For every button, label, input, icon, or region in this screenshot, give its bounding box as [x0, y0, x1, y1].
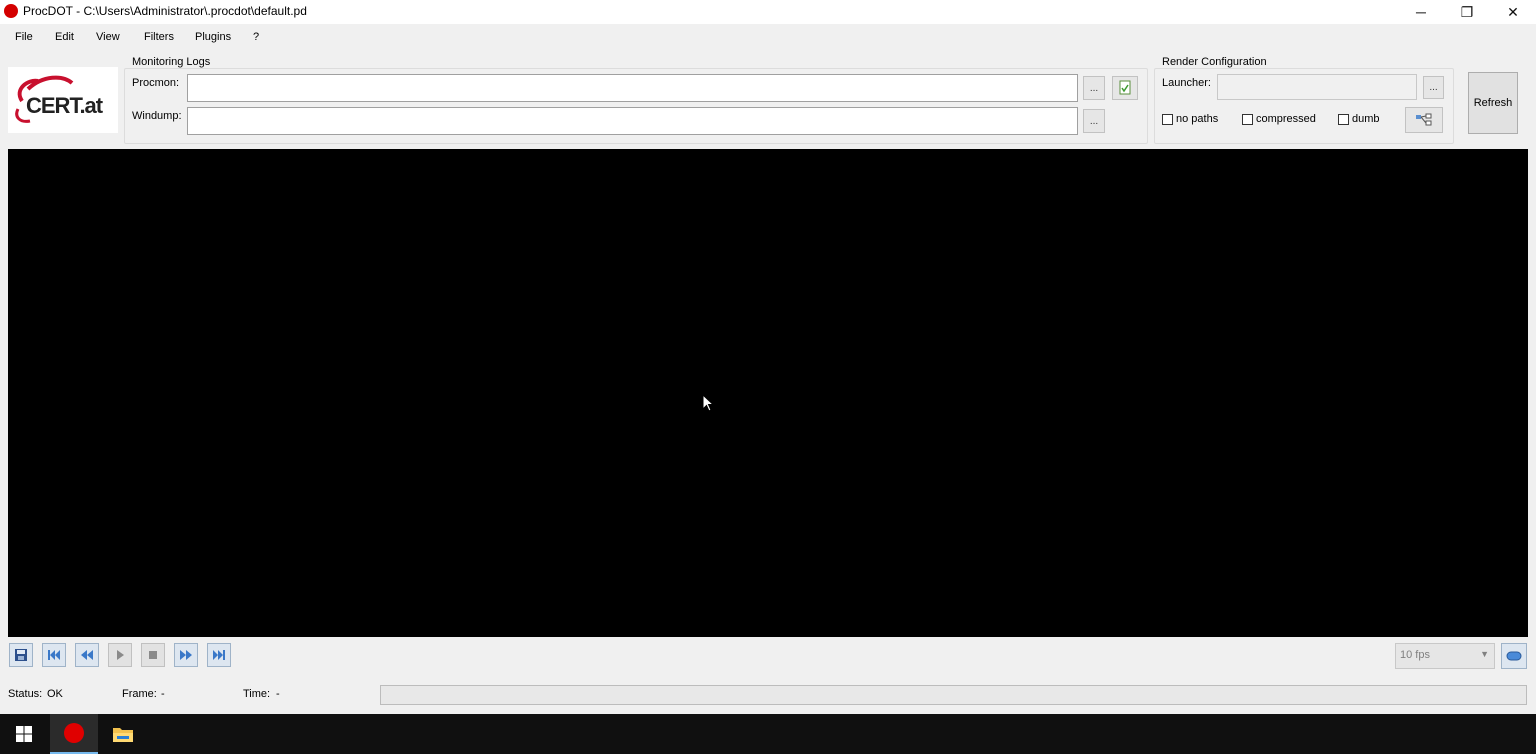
- checkbox-box[interactable]: [1338, 113, 1349, 125]
- close-button[interactable]: ✕: [1490, 0, 1536, 24]
- procmon-input[interactable]: [187, 74, 1078, 102]
- no-paths-checkbox[interactable]: no paths: [1162, 113, 1218, 125]
- chevron-down-icon: ▼: [1480, 649, 1489, 659]
- play-button[interactable]: [108, 643, 132, 667]
- menu-bar: File Edit View Filters Plugins ?: [0, 26, 1536, 48]
- skip-to-end-button[interactable]: [207, 643, 231, 667]
- refresh-button[interactable]: Refresh: [1468, 72, 1518, 134]
- time-label: Time:: [243, 688, 271, 700]
- procdot-red-dot-icon: [4, 4, 18, 18]
- fast-forward-icon: [180, 650, 192, 660]
- taskbar-procdot[interactable]: [50, 714, 98, 754]
- launcher-label: Launcher:: [1162, 77, 1211, 89]
- render-config-title: Render Configuration: [1161, 56, 1268, 68]
- fps-value: 10 fps: [1400, 649, 1430, 661]
- dumb-checkbox[interactable]: dumb: [1338, 113, 1380, 125]
- launcher-browse-button[interactable]: ...: [1423, 76, 1444, 99]
- start-button[interactable]: [0, 714, 48, 754]
- launcher-input[interactable]: [1217, 74, 1417, 100]
- procmon-open-button[interactable]: [1112, 76, 1138, 100]
- menu-edit[interactable]: Edit: [55, 31, 74, 43]
- minimize-button[interactable]: ─: [1398, 0, 1444, 24]
- monitoring-logs-title: Monitoring Logs: [131, 56, 212, 68]
- compressed-checkbox[interactable]: compressed: [1242, 113, 1316, 125]
- play-icon: [117, 650, 124, 660]
- graph-canvas[interactable]: [8, 149, 1528, 637]
- frame-value: -: [161, 688, 165, 700]
- skip-to-start-icon: [48, 650, 60, 660]
- save-button[interactable]: [9, 643, 33, 667]
- taskbar-file-explorer[interactable]: [99, 714, 147, 754]
- document-green-icon: [1119, 80, 1131, 95]
- checkbox-box[interactable]: [1242, 113, 1253, 125]
- no-paths-label: no paths: [1176, 113, 1219, 125]
- logo-text: CERT.at: [26, 93, 103, 118]
- maximize-button[interactable]: ❐: [1444, 0, 1490, 24]
- skip-to-start-button[interactable]: [42, 643, 66, 667]
- checkbox-box[interactable]: [1162, 113, 1173, 125]
- skip-to-end-icon: [213, 650, 225, 660]
- status-value: OK: [47, 688, 63, 700]
- windump-label: Windump:: [132, 110, 182, 122]
- menu-view[interactable]: View: [96, 31, 120, 43]
- time-value: -: [276, 688, 280, 700]
- fast-forward-button[interactable]: [174, 643, 198, 667]
- windump-browse-button[interactable]: ...: [1083, 109, 1105, 133]
- windump-input[interactable]: [187, 107, 1078, 135]
- frame-label: Frame:: [122, 688, 157, 700]
- procmon-browse-button[interactable]: ...: [1083, 76, 1105, 100]
- menu-file[interactable]: File: [15, 31, 33, 43]
- windows-start-icon: [16, 726, 32, 742]
- menu-help[interactable]: ?: [253, 31, 259, 43]
- menu-filters[interactable]: Filters: [144, 31, 174, 43]
- rewind-icon: [81, 650, 93, 660]
- dumb-label: dumb: [1352, 113, 1380, 125]
- graph-nodes-icon: [1416, 113, 1432, 126]
- window-title: ProcDOT - C:\Users\Administrator\.procdo…: [23, 4, 307, 18]
- stop-button[interactable]: [141, 643, 165, 667]
- status-label: Status:: [8, 688, 43, 700]
- file-explorer-icon: [113, 728, 133, 742]
- procmon-label: Procmon:: [132, 77, 180, 89]
- loop-button[interactable]: [1501, 643, 1527, 669]
- rewind-button[interactable]: [75, 643, 99, 667]
- compressed-label: compressed: [1256, 113, 1316, 125]
- menu-plugins[interactable]: Plugins: [195, 31, 231, 43]
- cert-logo: CERT.at: [8, 67, 118, 133]
- fps-select[interactable]: 10 fps ▼: [1395, 643, 1495, 669]
- save-icon: [15, 649, 27, 661]
- title-bar: ProcDOT - C:\Users\Administrator\.procdo…: [0, 0, 1536, 24]
- taskbar: [0, 714, 1536, 754]
- stop-icon: [149, 651, 157, 659]
- procdot-icon: [64, 723, 84, 743]
- loop-icon: [1506, 651, 1522, 661]
- progress-bar: [380, 685, 1527, 705]
- graph-layout-button[interactable]: [1405, 107, 1443, 133]
- mouse-cursor-icon: [702, 394, 715, 412]
